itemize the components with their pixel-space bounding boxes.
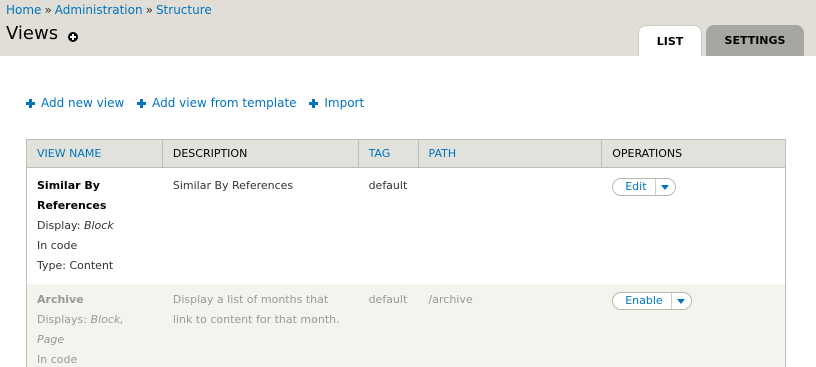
view-type-label: Type: bbox=[37, 259, 66, 272]
breadcrumb-home[interactable]: Home bbox=[6, 3, 41, 17]
column-header-tag[interactable]: Tag bbox=[357, 139, 419, 168]
view-description: Similar By References bbox=[162, 167, 359, 284]
edit-dropbutton: Edit bbox=[612, 177, 676, 197]
plus-icon bbox=[137, 99, 147, 108]
table-row: Archive Displays: Block, Page In code Di… bbox=[26, 283, 786, 367]
view-operations-cell: Edit bbox=[601, 167, 786, 284]
view-display: Displays: Block, Page bbox=[37, 310, 152, 350]
breadcrumb-structure[interactable]: Structure bbox=[156, 3, 212, 17]
view-description: Display a list of months that link to co… bbox=[162, 283, 359, 367]
table-header-row: View name Description Tag Path Operation… bbox=[26, 139, 786, 168]
view-display-label: Displays: bbox=[37, 312, 87, 326]
add-new-view-label: Add new view bbox=[41, 96, 125, 110]
view-name: Similar By References bbox=[37, 179, 107, 212]
page-header: Home» Administration» Structure Views List… bbox=[0, 0, 816, 56]
enable-button[interactable]: Enable bbox=[625, 291, 670, 311]
view-tag: default bbox=[358, 283, 419, 367]
view-display-value: Block bbox=[83, 219, 114, 232]
breadcrumb-separator: » bbox=[44, 3, 52, 17]
view-display: Display: Block bbox=[37, 216, 152, 236]
view-display-label: Display: bbox=[37, 219, 81, 232]
view-tag: default bbox=[358, 167, 419, 284]
breadcrumb: Home» Administration» Structure bbox=[6, 3, 212, 17]
add-shortcut-icon[interactable] bbox=[68, 32, 78, 42]
edit-button[interactable]: Edit bbox=[625, 177, 654, 197]
add-view-from-template-label: Add view from template bbox=[152, 96, 297, 110]
view-type-value: Content bbox=[69, 259, 114, 272]
view-path bbox=[418, 167, 602, 284]
chevron-down-icon[interactable] bbox=[654, 179, 675, 195]
plus-icon bbox=[309, 99, 319, 108]
import-link[interactable]: Import bbox=[309, 96, 364, 110]
column-header-path[interactable]: Path bbox=[417, 139, 603, 168]
view-storage: In code bbox=[37, 239, 78, 252]
plus-icon bbox=[26, 99, 35, 108]
view-name: Archive bbox=[37, 292, 84, 306]
view-operations-cell: Enable bbox=[601, 283, 786, 367]
view-name-cell: Similar By References Display: Block In … bbox=[26, 167, 163, 284]
add-new-view-link[interactable]: Add new view bbox=[26, 96, 124, 110]
enable-dropbutton: Enable bbox=[612, 291, 692, 311]
view-storage: In code bbox=[37, 352, 78, 366]
action-links: Add new view Add view from template Impo… bbox=[26, 96, 373, 110]
view-name-cell: Archive Displays: Block, Page In code bbox=[26, 283, 163, 367]
import-label: Import bbox=[324, 96, 365, 110]
view-type: Type: Content bbox=[37, 256, 152, 276]
tab-list[interactable]: List bbox=[638, 25, 702, 56]
table-row: Similar By References Display: Block In … bbox=[26, 167, 786, 284]
column-header-view-name[interactable]: View name bbox=[26, 139, 163, 168]
column-header-description: Description bbox=[161, 139, 359, 168]
chevron-down-icon[interactable] bbox=[670, 292, 691, 309]
tab-settings[interactable]: Settings bbox=[706, 25, 804, 56]
breadcrumb-administration[interactable]: Administration bbox=[55, 3, 143, 17]
view-path: /archive bbox=[418, 283, 602, 367]
add-view-from-template-link[interactable]: Add view from template bbox=[137, 96, 297, 110]
column-header-operations: Operations bbox=[601, 139, 786, 168]
breadcrumb-separator: » bbox=[145, 3, 153, 17]
views-table: View name Description Tag Path Operation… bbox=[26, 139, 786, 367]
page-title: Views bbox=[6, 23, 59, 44]
